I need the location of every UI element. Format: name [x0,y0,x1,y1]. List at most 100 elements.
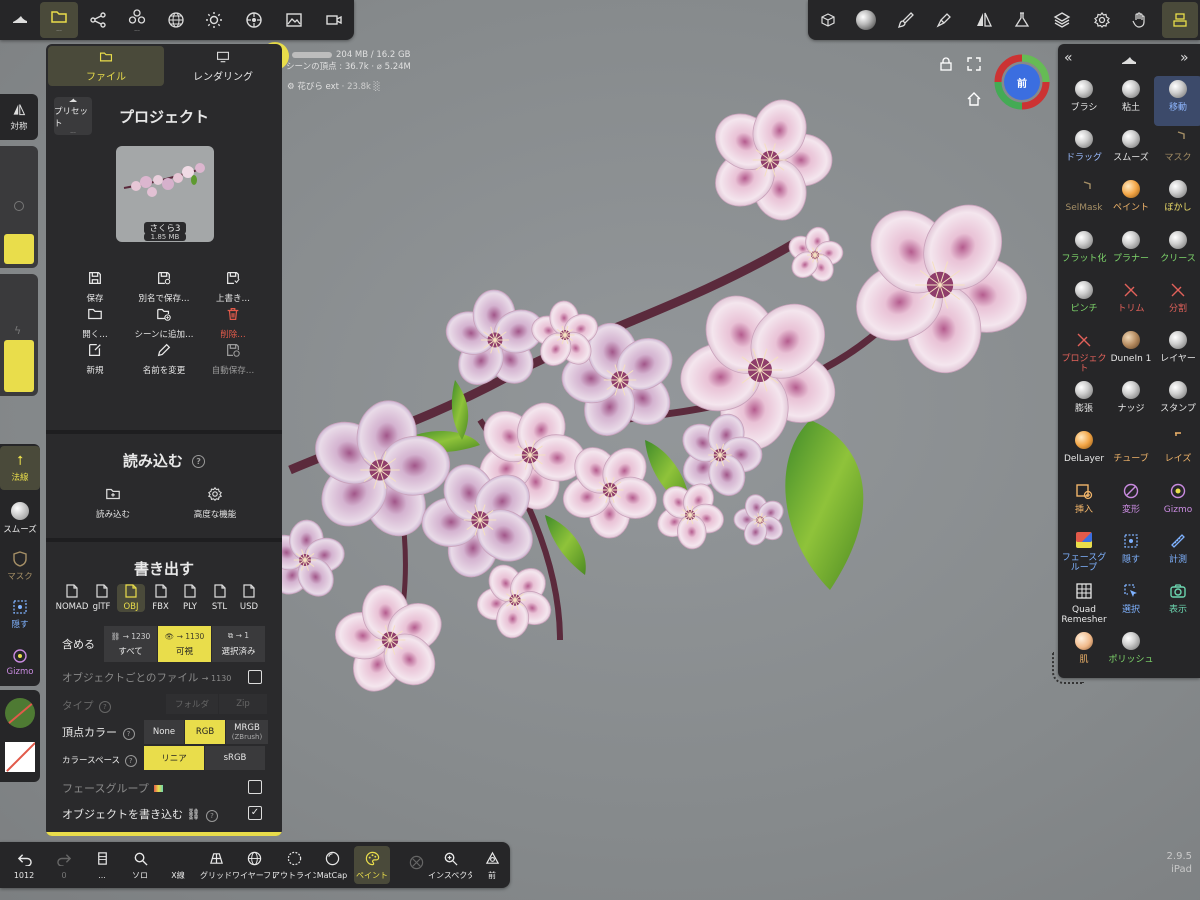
scene-cubes-button[interactable] [814,6,842,34]
tool-31[interactable]: 選択 [1107,582,1155,615]
tool-21[interactable]: DelLayer [1060,431,1108,464]
symmetry-button[interactable] [970,6,998,34]
normal-button[interactable]: ⭡ 法線 [0,446,40,490]
format-stl[interactable]: STL [206,584,234,612]
tool-3[interactable]: ドラッグ [1060,130,1108,163]
format-fbx[interactable]: FBX [147,584,175,612]
tool-15[interactable]: プロジェクト [1060,331,1108,374]
bottom-grid-button[interactable]: グリッド [198,846,234,884]
file-action-overwrite[interactable]: 上書き… [194,270,272,304]
left-intensity-slider[interactable]: ϟ [0,274,38,396]
tool-17[interactable]: レイヤー [1154,331,1200,364]
postprocess-button[interactable] [1008,6,1036,34]
topology-button[interactable] [162,6,190,34]
tool-12[interactable]: ピンチ [1060,280,1108,314]
lock-icon[interactable] [939,57,953,71]
material-button[interactable] [240,6,268,34]
tool-panel-resize-handle[interactable] [1052,652,1084,684]
tab-file[interactable]: ファイル [48,46,164,86]
include-option-0[interactable]: ⛓ → 1230 すべて [104,626,157,662]
format-ply[interactable]: PLY [176,584,204,612]
tool-9[interactable]: フラット化 [1060,230,1108,264]
layers-button[interactable] [1048,6,1076,34]
color-space-option-0[interactable]: リニア [144,746,204,770]
tool-1[interactable]: 粘土 [1107,80,1155,113]
include-option-2[interactable]: ⧉ → 1 選択済み [212,626,265,662]
format-gltf[interactable]: glTF [88,584,116,612]
tool-4[interactable]: スムーズ [1107,130,1155,163]
include-option-1[interactable]: 👁 → 1130 可視 [158,626,211,662]
type-folder-option[interactable]: フォルダ [166,694,218,714]
type-zip-option[interactable]: Zip [219,694,267,714]
file-action-pencil[interactable]: 名前を変更 [125,342,203,376]
gizmo-button[interactable]: Gizmo [0,640,40,684]
tool-11[interactable]: クリース [1154,230,1200,264]
tool-6[interactable]: SelMask [1060,180,1108,213]
tool-30[interactable]: Quad Remesher [1060,582,1108,625]
tool-8[interactable]: ぼかし [1154,180,1200,213]
tool-26[interactable]: Gizmo [1154,482,1200,515]
import-button[interactable]: 読み込む [74,486,152,520]
tool-5[interactable]: マスク [1154,130,1200,163]
vertex-color-option-none[interactable]: None [144,720,184,744]
file-menu-button[interactable]: ... [40,2,78,38]
tool-23[interactable]: レイズ [1154,431,1200,464]
bottom-redo-button[interactable]: 0 [46,846,82,884]
format-obj[interactable]: OBJ [117,584,145,612]
file-action-new-file[interactable]: 新規 [56,342,134,376]
mask-button[interactable]: マスク [0,544,40,588]
file-action-folder-open[interactable]: 開く… [56,306,134,340]
tool-10[interactable]: プラナー [1107,230,1155,264]
tool-2[interactable]: 移動 [1154,76,1200,126]
home-icon[interactable] [967,92,981,106]
left-radius-slider[interactable] [0,146,38,268]
tool-0[interactable]: ブラシ [1060,80,1108,113]
primitives-button[interactable]: ... [122,4,152,36]
background-button[interactable] [280,6,308,34]
settings-button[interactable] [1088,6,1116,34]
camera-button[interactable] [320,6,348,34]
color-space-option-1[interactable]: sRGB [205,746,265,770]
file-action-save[interactable]: 保存 [56,270,134,304]
bottom-wireframe-button[interactable]: ワイヤーフレーム [232,846,276,884]
tool-32[interactable]: 表示 [1154,582,1200,615]
bottom-palette-button[interactable]: ペイント [354,846,390,884]
per-object-checkbox[interactable] [248,670,262,684]
color-swatch[interactable] [5,742,35,772]
gestures-button[interactable] [1126,6,1154,34]
nomad-logo-button[interactable] [6,6,34,34]
tool-27[interactable]: フェースグループ [1060,531,1108,573]
tool-29[interactable]: 計測 [1154,532,1200,565]
brush-settings-button[interactable] [892,6,920,34]
tab-rendering[interactable]: レンダリング [166,46,280,86]
tool-20[interactable]: スタンプ [1154,381,1200,414]
collapse-left-button[interactable]: « [1064,50,1073,66]
hide-button[interactable]: 隠す [0,592,40,636]
bottom-undo-button[interactable]: 1012 [6,846,42,884]
format-usd[interactable]: USD [235,584,263,612]
bottom-xray-button[interactable]: X線 [160,846,196,884]
import-help-icon[interactable]: ? [192,455,206,468]
bottom-solo-button[interactable]: ソロ [122,846,158,884]
tool-14[interactable]: 分割 [1154,281,1200,314]
tool-7[interactable]: ペイント [1107,180,1155,213]
tool-16[interactable]: DuneIn 1 [1107,331,1155,364]
tool-34[interactable]: ポリッシュ [1107,632,1155,665]
file-action-add-to-scene[interactable]: シーンに追加… [125,306,203,340]
smooth-button[interactable]: スムーズ [0,496,40,540]
orientation-gizmo[interactable]: 前 [994,54,1050,110]
vertex-color-option-rgb[interactable]: RGB [185,720,225,744]
tool-22[interactable]: チューブ [1107,431,1155,464]
face-group-checkbox[interactable] [248,780,262,794]
project-thumbnail[interactable]: さくら3 1.85 MB [116,146,214,242]
tool-28[interactable]: 隠す [1107,532,1155,565]
symmetry-toggle[interactable]: 対称 [0,98,38,136]
bottom-menu-button[interactable]: ... [84,846,120,884]
bottom-front-view-button[interactable]: 前 [474,846,510,884]
tool-13[interactable]: トリム [1107,281,1155,314]
file-action-save-as[interactable]: 別名で保存… [125,270,203,304]
vertex-color-option-mrgb[interactable]: MRGB (ZBrush) [226,720,268,744]
interface-button[interactable] [1162,2,1198,38]
collapse-right-button[interactable]: » [1180,50,1189,66]
scene-graph-button[interactable] [84,6,112,34]
